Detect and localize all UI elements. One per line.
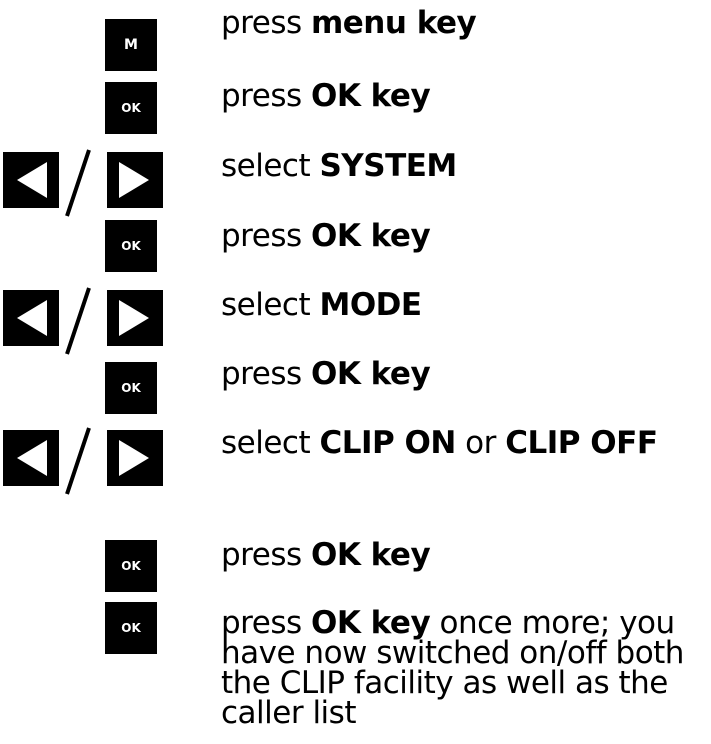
step-2-prefix: press bbox=[221, 78, 311, 114]
step-8-text: press OK key bbox=[221, 537, 431, 573]
ok-key-icon: OK bbox=[105, 602, 157, 654]
step-3-prefix: select bbox=[221, 148, 320, 184]
step-3-text: select SYSTEM bbox=[221, 151, 457, 182]
step-7-prefix: select bbox=[221, 425, 320, 461]
step-7-text: select CLIP ON or CLIP OFF bbox=[221, 428, 658, 459]
step-3-bold: SYSTEM bbox=[319, 148, 457, 184]
left-right-arrows-icon bbox=[3, 149, 163, 217]
step-7-bold2: CLIP OFF bbox=[505, 425, 658, 461]
step-4-bold: OK key bbox=[310, 218, 431, 254]
step-5-prefix: select bbox=[221, 287, 320, 323]
step-7-mid: or bbox=[455, 425, 506, 461]
ok-key-icon: OK bbox=[105, 362, 157, 414]
step-6-bold: OK key bbox=[310, 356, 431, 392]
step-7-bold: CLIP ON bbox=[319, 425, 456, 461]
ok-key-icon: OK bbox=[105, 540, 157, 592]
step-6-text: press OK key bbox=[221, 356, 431, 392]
ok-key-icon: OK bbox=[105, 220, 157, 272]
step-4-prefix: press bbox=[221, 218, 311, 254]
step-8-bold: OK key bbox=[310, 537, 431, 573]
step-5-bold: MODE bbox=[319, 287, 422, 323]
step-1-text: press menu key bbox=[221, 5, 477, 41]
step-8-prefix: press bbox=[221, 537, 311, 573]
ok-key-icon: OK bbox=[105, 82, 157, 134]
menu-key-icon: M bbox=[105, 19, 157, 71]
left-right-arrows-icon bbox=[3, 287, 163, 355]
step-6-prefix: press bbox=[221, 356, 311, 392]
step-4-text: press OK key bbox=[221, 218, 431, 254]
step-9-text: press OK key once more; you have now swi… bbox=[221, 608, 701, 729]
step-1-bold: menu key bbox=[310, 5, 477, 41]
step-1-prefix: press bbox=[221, 5, 311, 41]
step-2-text: press OK key bbox=[221, 78, 431, 114]
step-5-text: select MODE bbox=[221, 290, 422, 321]
left-right-arrows-icon bbox=[3, 427, 163, 495]
step-2-bold: OK key bbox=[310, 78, 431, 114]
